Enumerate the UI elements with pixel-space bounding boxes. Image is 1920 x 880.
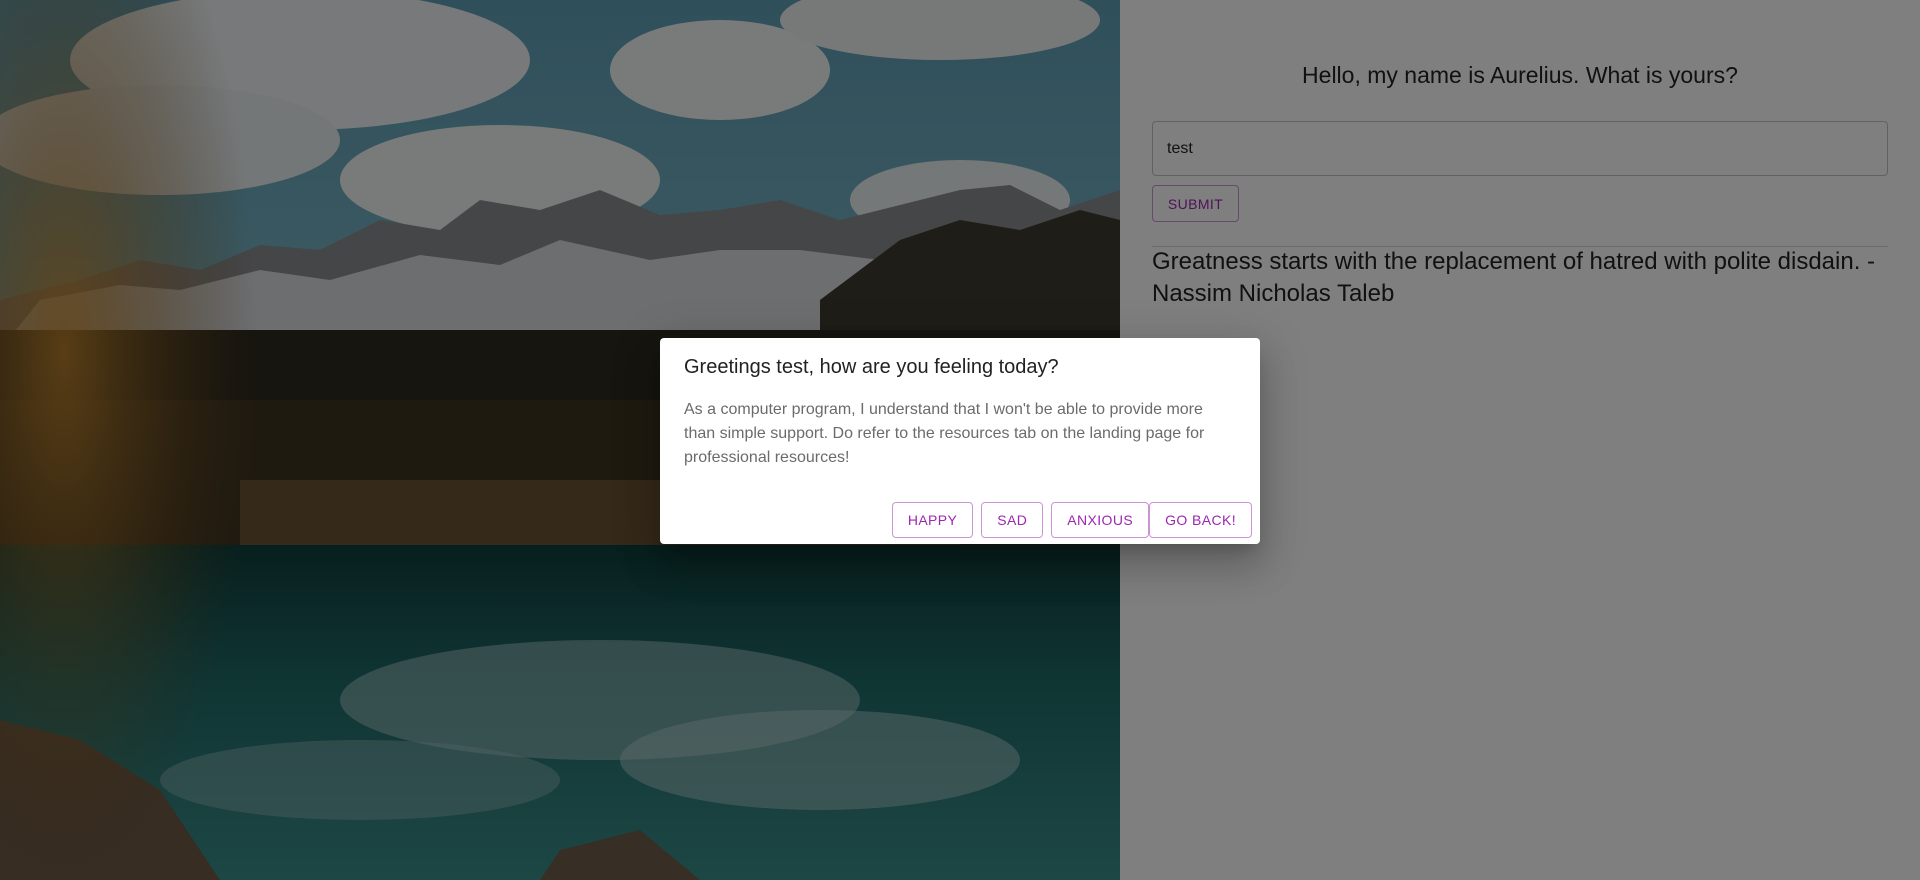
anxious-button[interactable]: ANXIOUS [1051,502,1150,538]
go-back-button[interactable]: GO BACK! [1149,502,1252,538]
dialog-title: Greetings test, how are you feeling toda… [684,356,1059,378]
happy-button[interactable]: HAPPY [891,502,974,538]
page: Hello, my name is Aurelius. What is your… [0,0,1920,880]
sad-button[interactable]: SAD [981,502,1044,538]
dialog-text: As a computer program, I understand that… [684,401,1205,466]
mood-dialog: Greetings test, how are you feeling toda… [660,338,1260,544]
dialog-actions: HAPPY SAD ANXIOUS GO BACK! [884,502,1252,538]
